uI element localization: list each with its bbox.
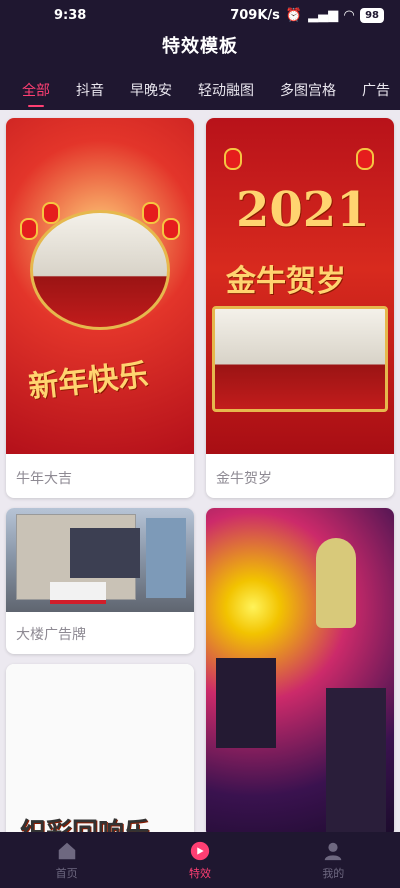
effects-icon: [190, 841, 210, 860]
template-card[interactable]: 大楼广告牌: [6, 508, 194, 654]
tab-profile[interactable]: 我的: [267, 832, 400, 888]
card-label: 金牛贺岁: [216, 471, 272, 487]
crowd-figure: [216, 658, 276, 748]
alarm-icon: ⏰: [285, 8, 303, 23]
tab-all[interactable]: 全部: [22, 80, 50, 107]
lantern-icon: [224, 148, 242, 170]
category-tabs: 全部 抖音 早晚安 轻动融图 多图宫格 广告: [0, 76, 400, 107]
crowd-figure: [326, 688, 386, 832]
tab-ads[interactable]: 广告: [362, 80, 390, 100]
card-art-text: 新年快乐: [26, 357, 150, 406]
status-right: 709K/s ⏰ ▂▄▆ ◠ 98: [230, 8, 384, 23]
card-label: 大楼广告牌: [16, 627, 86, 643]
battery-icon: 98: [360, 8, 384, 23]
bus-shape: [50, 582, 106, 604]
profile-icon: [325, 842, 342, 860]
status-bar: 9:38 709K/s ⏰ ▂▄▆ ◠ 98: [0, 6, 400, 28]
tab-effects[interactable]: 特效: [133, 832, 266, 888]
template-card[interactable]: 新年快乐 牛年大吉: [6, 118, 194, 498]
template-thumbnail: 2021 金牛贺岁: [206, 118, 394, 454]
home-icon: [58, 842, 75, 859]
tab-home-label: 首页: [55, 866, 78, 880]
signal-icon: ▂▄▆: [308, 8, 339, 23]
wifi-icon: ◠: [344, 8, 355, 23]
tab-multi-grid[interactable]: 多图宫格: [280, 80, 336, 100]
lantern-icon: [142, 202, 160, 224]
tab-light-blend[interactable]: 轻动融图: [198, 80, 254, 100]
page-title: 特效模板: [162, 36, 238, 57]
card-art-text: 金牛贺岁: [226, 264, 346, 299]
template-grid: 新年快乐 牛年大吉 2021 金牛贺岁 金牛贺岁 大楼广告牌 织: [0, 110, 400, 832]
status-time: 9:38: [54, 8, 87, 23]
template-card[interactable]: 2021 金牛贺岁 金牛贺岁: [206, 118, 394, 498]
tab-effects-label: 特效: [188, 866, 211, 880]
tab-morning-night[interactable]: 早晚安: [130, 80, 172, 100]
billboard-shape: [70, 528, 140, 578]
network-speed: 709K/s: [230, 8, 280, 23]
lantern-icon: [162, 218, 180, 240]
template-thumbnail: 新年快乐: [6, 118, 194, 454]
dancer-figure: [316, 538, 356, 628]
template-card[interactable]: [206, 508, 394, 832]
tab-douyin[interactable]: 抖音: [76, 80, 104, 100]
lantern-icon: [356, 148, 374, 170]
lantern-icon: [20, 218, 38, 240]
tab-profile-label: 我的: [322, 866, 345, 880]
tab-home[interactable]: 首页: [0, 832, 133, 888]
card-art-year: 2021: [236, 182, 370, 238]
card-label: 牛年大吉: [16, 471, 72, 487]
template-card[interactable]: 织彩回响乐: [6, 664, 194, 832]
lantern-icon: [42, 202, 60, 224]
template-thumbnail: 织彩回响乐: [6, 664, 194, 832]
template-thumbnail: [206, 508, 394, 832]
family-photo: [212, 306, 388, 412]
family-photo: [30, 210, 170, 330]
card-art-text: 织彩回响乐: [20, 812, 150, 832]
bottom-tab-bar: 首页 特效 我的: [0, 832, 400, 888]
tower-shape: [146, 518, 186, 598]
template-thumbnail: [6, 508, 194, 612]
top-bar: 9:38 709K/s ⏰ ▂▄▆ ◠ 98 特效模板 全部 抖音 早晚安 轻动…: [0, 0, 400, 110]
